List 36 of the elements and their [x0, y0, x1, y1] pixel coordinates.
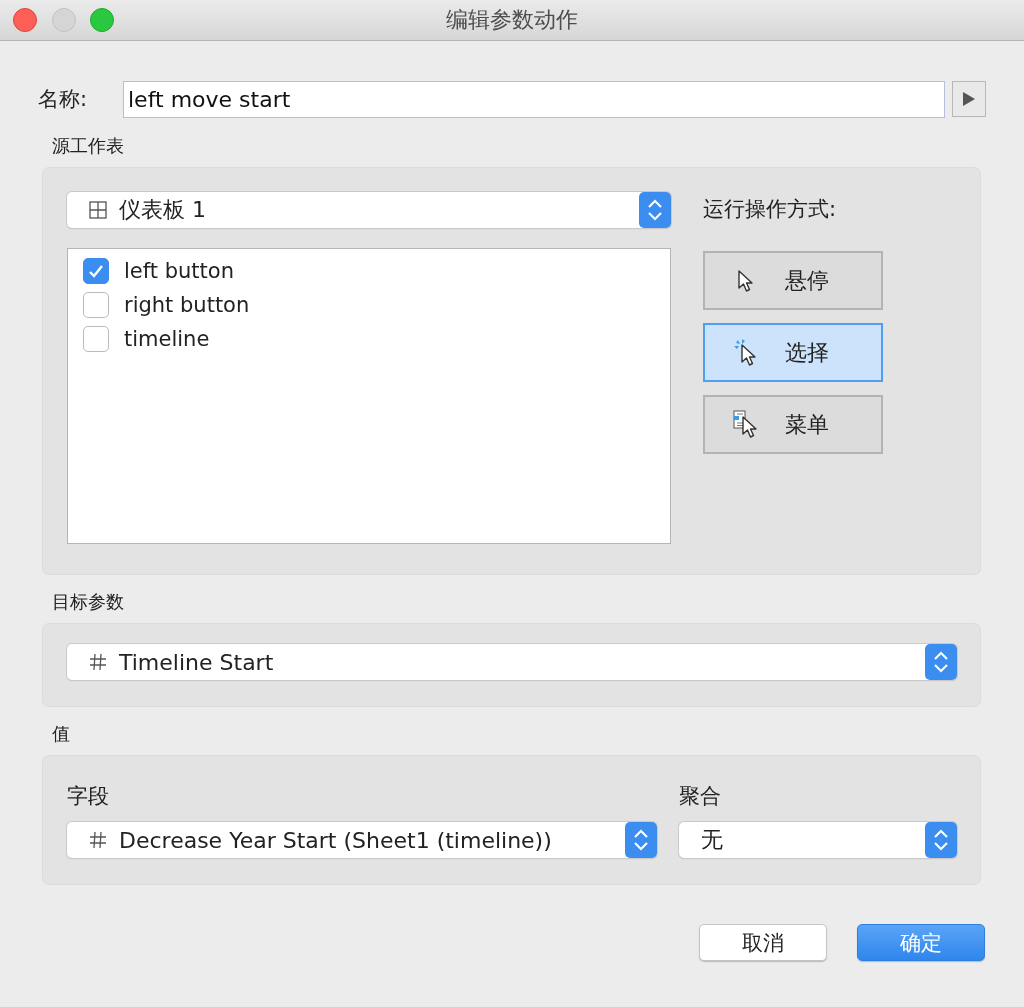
play-icon: [963, 92, 975, 106]
sheet-name: right button: [124, 293, 250, 317]
stepper-icon: [639, 192, 671, 228]
hash-icon: [89, 831, 107, 849]
cancel-button[interactable]: 取消: [699, 924, 827, 961]
mode-button[interactable]: 悬停: [703, 251, 883, 310]
section-label: 值: [52, 722, 71, 746]
checkbox[interactable]: [83, 292, 109, 318]
cursor-click-icon: [733, 338, 759, 367]
checkbox[interactable]: [83, 258, 109, 284]
section-label: 目标参数: [52, 590, 125, 614]
cursor-menu-icon: [733, 409, 759, 440]
name-field[interactable]: left move start: [123, 80, 945, 118]
play-button[interactable]: [952, 81, 986, 117]
window-controls-icon: [13, 8, 114, 32]
hash-icon: [89, 653, 107, 671]
dropdown[interactable]: Decrease Year Start (Sheet1 (timeline)): [67, 822, 657, 858]
stepper-icon: [625, 822, 657, 858]
name-label: 名称:: [38, 86, 89, 113]
sheet-name: timeline: [124, 327, 210, 351]
check-icon: [87, 263, 105, 279]
sheet-name: left button: [124, 259, 234, 283]
section-label: 源工作表: [52, 134, 125, 158]
field-label: 字段: [67, 783, 110, 810]
mode-button[interactable]: 菜单: [703, 395, 883, 454]
mode-button[interactable]: 选择: [703, 323, 883, 382]
dropdown[interactable]: 仪表板 1: [67, 192, 671, 228]
stepper-icon: [925, 644, 957, 680]
aggregation-label: 聚合: [679, 783, 722, 810]
grid-icon: [89, 201, 107, 219]
dropdown[interactable]: Timeline Start: [67, 644, 957, 680]
window-title: 编辑参数动作: [446, 6, 578, 34]
stepper-icon: [925, 822, 957, 858]
checkbox[interactable]: [83, 326, 109, 352]
run-action-label: 运行操作方式:: [703, 196, 838, 223]
dropdown[interactable]: 无: [679, 822, 957, 858]
